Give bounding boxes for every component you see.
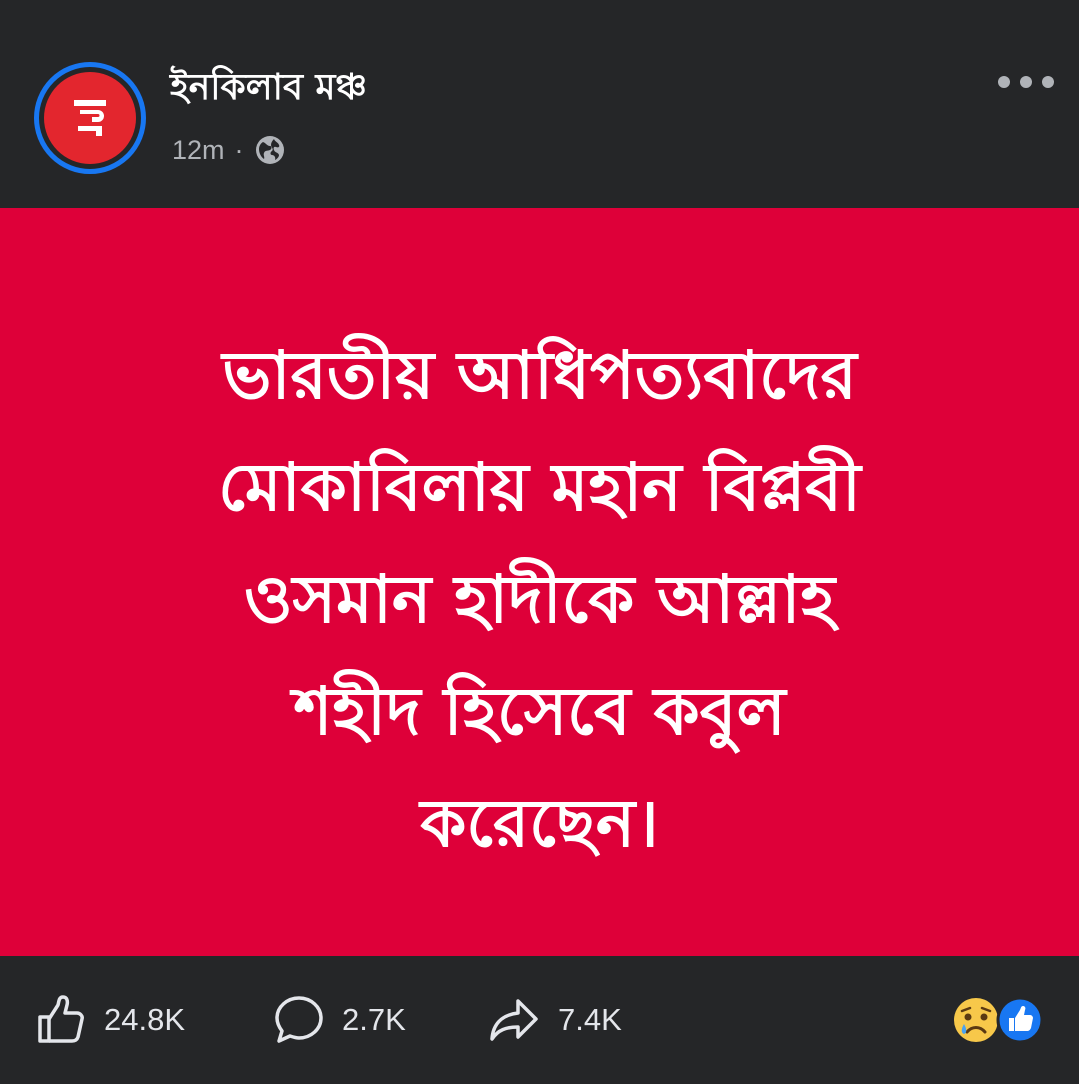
post-body-line: শহীদ হিসেবে কবুল	[293, 673, 786, 750]
thumbs-up-icon	[38, 995, 84, 1043]
avatar-badge	[44, 72, 136, 164]
sad-reaction-icon	[954, 998, 998, 1042]
post-body-line: ওসমান হাদীকে আল্লাহ	[243, 561, 836, 638]
reaction-summary[interactable]	[952, 996, 1048, 1044]
post-body-line: মোকাবিলায় মহান বিপ্লবী	[218, 449, 861, 526]
post-time[interactable]: 12m	[172, 135, 225, 166]
meta-separator: ·	[234, 134, 244, 165]
comment-count: 2.7K	[342, 1002, 406, 1037]
share-count: 7.4K	[558, 1002, 622, 1037]
post-header: ইনকিলাব মঞ্চ 12m ·	[0, 0, 1079, 208]
page-name[interactable]: ইনকিলাব মঞ্চ	[170, 60, 367, 120]
like-button[interactable]: 24.8K	[34, 990, 185, 1050]
post-meta: 12m ·	[172, 130, 286, 170]
post-body-line: ভারতীয় আধিপত্যবাদের	[222, 337, 857, 414]
globe-icon[interactable]	[254, 134, 286, 166]
like-count: 24.8K	[104, 1002, 186, 1037]
post-body: ভারতীয় আধিপত্যবাদের মোকাবিলায় মহান বিপ…	[60, 320, 1019, 880]
more-options-icon[interactable]	[990, 62, 1062, 102]
post-body-line: করেছেন।	[420, 785, 659, 862]
page-avatar[interactable]	[34, 62, 146, 174]
comment-button[interactable]: 2.7K	[272, 990, 406, 1050]
share-icon	[490, 999, 538, 1041]
post-text-card[interactable]: ভারতীয় আধিপত্যবাদের মোকাবিলায় মহান বিপ…	[0, 208, 1079, 956]
post-actions-bar: 24.8K 2.7K 7.4K	[0, 956, 1079, 1084]
like-reaction-icon	[996, 996, 1044, 1044]
inqilab-logo-icon	[74, 100, 106, 136]
share-button[interactable]: 7.4K	[488, 990, 622, 1050]
comment-icon	[275, 996, 323, 1043]
